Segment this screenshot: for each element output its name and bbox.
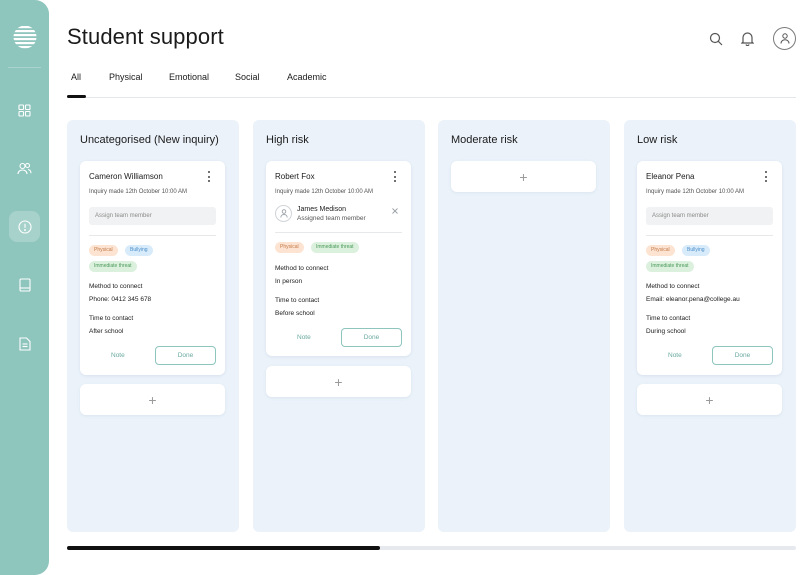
member-name: James Medison [297,206,347,213]
document-icon [18,336,31,351]
tag-physical: Physical [646,245,675,256]
logo-icon [13,26,37,49]
sidebar-item-users[interactable] [9,153,40,184]
inquiry-card[interactable]: Eleanor Pena Inquiry made 12th October 1… [637,161,782,375]
horizontal-scrollbar[interactable] [67,546,796,550]
sidebar-divider [8,67,41,68]
add-card-button[interactable]: + [637,384,782,415]
active-tab-indicator [67,95,86,98]
inquiry-date: Inquiry made 12th October 10:00 AM [646,189,745,195]
time-label: Time to contact [89,315,134,322]
column-title: Moderate risk [451,134,518,146]
column-title: High risk [266,134,309,146]
column-moderate-risk: Moderate risk + [438,120,610,532]
time-value: Before school [275,310,315,317]
column-low-risk: Low risk Eleanor Pena Inquiry made 12th … [624,120,796,532]
note-button[interactable]: Note [297,334,311,341]
column-high-risk: High risk Robert Fox Inquiry made 12th O… [253,120,425,532]
sidebar-item-dashboard[interactable] [9,95,40,126]
tab-all[interactable]: All [71,72,81,82]
scrollbar-thumb[interactable] [67,546,381,550]
user-icon [780,33,789,44]
add-card-button[interactable]: + [266,366,411,397]
member-avatar [275,205,292,222]
user-avatar-button[interactable] [773,27,796,50]
student-name: Robert Fox [275,172,315,181]
done-button[interactable]: Done [712,346,773,365]
close-icon[interactable] [392,208,398,214]
page-title: Student support [67,24,224,49]
done-button[interactable]: Done [155,346,216,365]
method-value: Phone: 0412 345 678 [89,296,152,303]
sidebar-item-documents[interactable] [9,328,40,359]
method-value: Email: eleanor.pena@college.au [646,296,740,303]
student-name: Cameron Williamson [89,172,163,181]
column-title: Low risk [637,134,678,146]
tab-academic[interactable]: Academic [287,72,327,82]
method-label: Method to connect [646,283,700,290]
method-value: In person [275,278,303,285]
time-label: Time to contact [275,297,320,304]
add-card-button[interactable]: + [451,161,596,192]
tag-immediate-threat: Immediate threat [311,242,359,253]
sidebar [0,0,49,575]
tag-bullying: Bullying [125,245,153,256]
book-icon [18,277,31,292]
time-value: During school [646,328,686,335]
bell-icon [741,32,754,46]
search-button[interactable] [709,32,723,46]
tag-physical: Physical [89,245,118,256]
inquiry-date: Inquiry made 12th October 10:00 AM [89,189,188,195]
inquiry-card[interactable]: Cameron Williamson Inquiry made 12th Oct… [80,161,225,375]
student-name: Eleanor Pena [646,172,695,181]
notifications-button[interactable] [741,31,754,46]
tag-immediate-threat: Immediate threat [89,261,137,272]
note-button[interactable]: Note [111,352,125,359]
tab-physical[interactable]: Physical [109,72,143,82]
user-icon [279,209,288,218]
users-icon [17,162,32,175]
method-label: Method to connect [89,283,143,290]
tag-immediate-threat: Immediate threat [646,261,694,272]
note-button[interactable]: Note [668,352,682,359]
card-divider [275,232,402,233]
method-label: Method to connect [275,265,329,272]
inquiry-date: Inquiry made 12th October 10:00 AM [275,189,374,195]
more-options-icon[interactable] [765,171,768,182]
grid-icon [18,104,31,117]
tag-physical: Physical [275,242,304,253]
more-options-icon[interactable] [394,171,397,182]
card-divider [646,235,773,236]
sidebar-item-support[interactable] [9,211,40,242]
more-options-icon[interactable] [208,171,211,182]
time-label: Time to contact [646,315,691,322]
add-card-button[interactable]: + [80,384,225,415]
assign-member-input[interactable]: Assign team member [89,207,216,225]
inquiry-card[interactable]: Robert Fox Inquiry made 12th October 10:… [266,161,411,356]
assigned-member: James Medison Assigned team member [275,205,402,227]
assign-member-input[interactable]: Assign team member [646,207,773,225]
tab-social[interactable]: Social [235,72,260,82]
alert-circle-icon [17,219,32,234]
done-button[interactable]: Done [341,328,402,347]
time-value: After school [89,328,124,335]
card-divider [89,235,216,236]
tag-bullying: Bullying [682,245,710,256]
column-uncategorised: Uncategorised (New inquiry) Cameron Will… [67,120,239,532]
sidebar-item-resources[interactable] [9,269,40,300]
member-role: Assigned team member [297,215,366,222]
search-icon [709,32,723,46]
tab-emotional[interactable]: Emotional [169,72,209,82]
tab-bar: All Physical Emotional Social Academic [67,72,796,98]
column-title: Uncategorised (New inquiry) [80,134,219,146]
